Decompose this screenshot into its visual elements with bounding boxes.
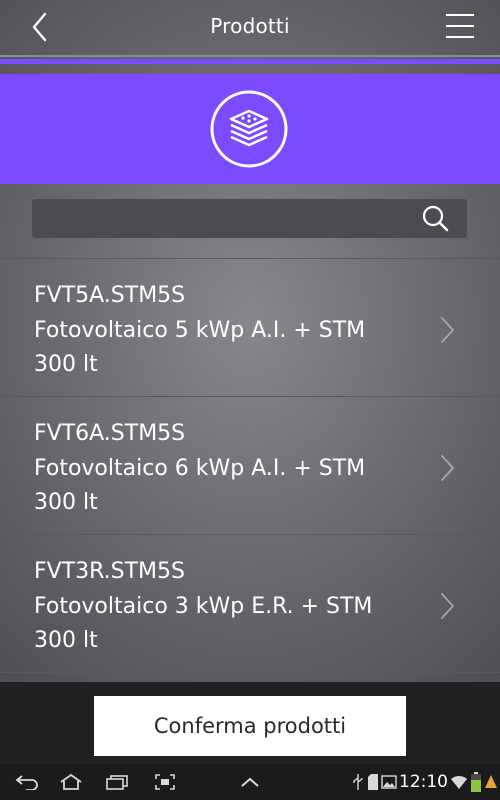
hamburger-line bbox=[446, 36, 474, 38]
chevron-right-icon bbox=[441, 593, 454, 619]
back-nav-icon[interactable] bbox=[14, 774, 40, 790]
menu-button[interactable] bbox=[446, 14, 476, 40]
product-text: FVT3R.STM5S Fotovoltaico 3 kWp E.R. + ST… bbox=[34, 555, 414, 659]
hamburger-menu-icon bbox=[446, 14, 474, 16]
clock: 12:10 bbox=[399, 772, 448, 792]
home-nav-icon[interactable] bbox=[58, 773, 84, 791]
product-description-cont: 300 lt bbox=[34, 628, 98, 653]
hamburger-line bbox=[446, 25, 474, 27]
product-item[interactable]: FVT3R.STM5S Fotovoltaico 3 kWp E.R. + ST… bbox=[0, 535, 500, 672]
top-bar: Prodotti bbox=[0, 0, 500, 56]
sd-card-icon bbox=[368, 774, 378, 790]
list-divider bbox=[0, 672, 500, 673]
search-icon[interactable] bbox=[420, 203, 452, 235]
page-title: Prodotti bbox=[210, 14, 290, 38]
system-navigation-bar: 12:10 bbox=[0, 764, 500, 800]
usb-icon bbox=[353, 774, 363, 790]
wifi-icon bbox=[451, 775, 467, 789]
product-description: Fotovoltaico 5 kWp A.I. + STM bbox=[34, 317, 366, 343]
screenshot-icon[interactable] bbox=[154, 773, 176, 791]
confirm-products-button[interactable]: Conferma prodotti bbox=[94, 696, 406, 756]
layered-stack-icon bbox=[209, 89, 289, 169]
chevron-right-icon bbox=[441, 455, 454, 481]
product-description: Fotovoltaico 3 kWp E.R. + STM bbox=[34, 593, 373, 619]
header-divider bbox=[0, 55, 500, 57]
chevron-up-icon[interactable] bbox=[238, 775, 262, 789]
product-text: FVT6A.STM5S Fotovoltaico 6 kWp A.I. + ST… bbox=[34, 417, 414, 521]
product-description: Fotovoltaico 6 kWp A.I. + STM bbox=[34, 455, 366, 481]
recent-apps-icon[interactable] bbox=[104, 774, 130, 790]
chevron-right-icon bbox=[441, 317, 454, 343]
product-description-cont: 300 lt bbox=[34, 352, 98, 377]
product-code: FVT3R.STM5S bbox=[34, 559, 185, 584]
product-item[interactable]: FVT5A.STM5S Fotovoltaico 5 kWp A.I. + ST… bbox=[0, 259, 500, 396]
product-text: FVT5A.STM5S Fotovoltaico 5 kWp A.I. + ST… bbox=[34, 279, 414, 383]
product-code: FVT6A.STM5S bbox=[34, 421, 186, 446]
product-item[interactable]: FVT6A.STM5S Fotovoltaico 6 kWp A.I. + ST… bbox=[0, 397, 500, 534]
accent-stripe bbox=[0, 59, 500, 64]
warning-icon bbox=[485, 775, 497, 788]
product-code: FVT5A.STM5S bbox=[34, 283, 186, 308]
search-input[interactable] bbox=[42, 205, 416, 233]
gallery-icon bbox=[381, 775, 397, 789]
product-description-cont: 300 lt bbox=[34, 490, 98, 515]
footer-bar: Conferma prodotti bbox=[0, 682, 500, 764]
battery-icon bbox=[471, 772, 481, 792]
search-bar bbox=[32, 199, 467, 238]
product-list: FVT5A.STM5S Fotovoltaico 5 kWp A.I. + ST… bbox=[0, 258, 500, 673]
